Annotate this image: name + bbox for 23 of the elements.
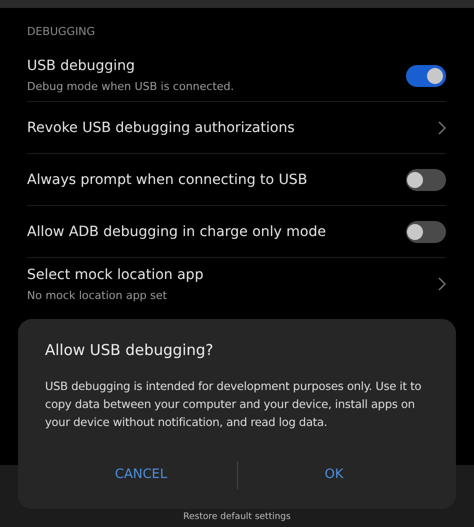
- chevron-icon: [438, 277, 446, 291]
- setting-title: Allow ADB debugging in charge only mode: [27, 224, 326, 240]
- dialog-button[interactable]: CANCEL: [45, 459, 237, 490]
- setting-subtitle: Debug mode when USB is connected.: [27, 80, 234, 93]
- toggle-switch[interactable]: [406, 168, 446, 190]
- dialog-title: Allow USB debugging?: [45, 341, 214, 359]
- setting-title: Select mock location app: [27, 266, 204, 282]
- restore-defaults-link[interactable]: Restore default settings: [183, 512, 291, 527]
- setting-title: Always prompt when connecting to USB: [27, 172, 308, 188]
- setting-row[interactable]: Always prompt when connecting to USB: [27, 154, 446, 206]
- setting-row[interactable]: Allow ADB debugging in charge only mode: [27, 206, 446, 258]
- dialog-button[interactable]: OK: [238, 459, 430, 490]
- section-title: DEBUGGING: [27, 24, 96, 40]
- setting-subtitle: No mock location app set: [27, 288, 168, 302]
- toggle-switch[interactable]: [406, 64, 446, 86]
- setting-title: USB debugging: [27, 58, 136, 74]
- setting-title: Revoke USB debugging authorizations: [27, 120, 295, 136]
- setting-row[interactable]: USB debugging Debug mode when USB is connected.: [27, 50, 446, 102]
- chevron-icon: [438, 120, 446, 134]
- setting-row[interactable]: Revoke USB debugging authorizations: [27, 102, 446, 154]
- toggle-switch[interactable]: [406, 220, 446, 242]
- dialog-message: USB debugging is intended for development purposes only. Use it to copy data between your computer and your device, install apps on your device without notification, and read log data.: [45, 378, 422, 431]
- setting-row[interactable]: Select mock location app No mock location app set: [27, 258, 446, 310]
